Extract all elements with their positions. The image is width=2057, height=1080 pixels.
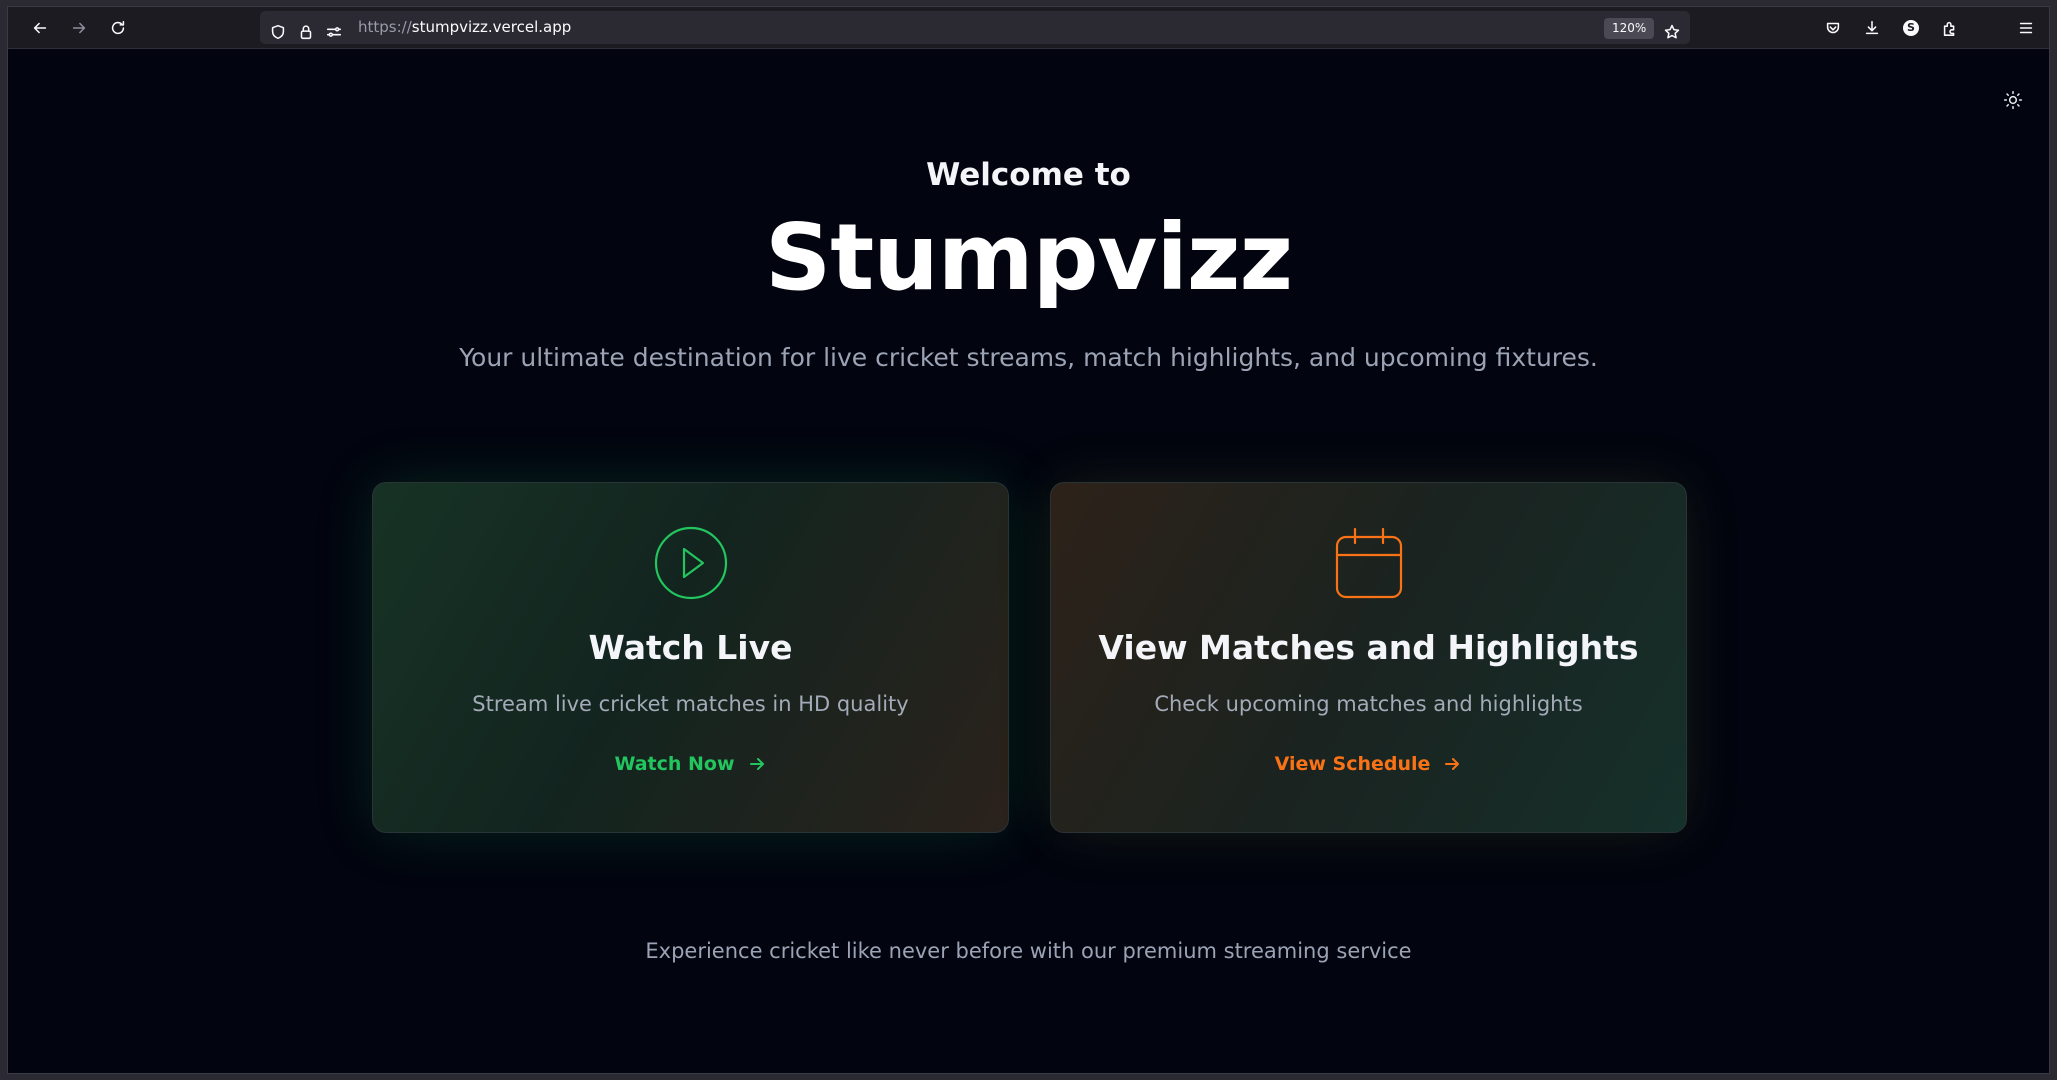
back-icon[interactable] [22,7,58,48]
profile-avatar[interactable]: S [1893,7,1929,48]
welcome-heading: Welcome to [926,157,1131,193]
pocket-icon[interactable] [1815,7,1851,48]
brand-title: Stumpvizz [764,204,1293,311]
card-title: Watch Live [588,628,793,667]
tagline: Your ultimate destination for live crick… [459,343,1598,372]
url-host: stumpvizz.vercel.app [411,18,572,36]
reload-icon[interactable] [100,7,136,48]
theme-toggle-button[interactable] [1998,85,2028,115]
url-bar[interactable]: https://stumpvizz.vercel.app 120% [260,11,1690,44]
sun-icon [2003,90,2023,110]
watch-now-link[interactable]: Watch Now [373,753,1008,775]
extensions-icon[interactable] [1932,7,1968,48]
forward-icon[interactable] [61,7,97,48]
footer-tagline: Experience cricket like never before wit… [645,939,1412,963]
bookmark-star-icon[interactable] [1654,11,1690,52]
url-scheme: https:// [358,18,412,36]
arrow-right-icon [1445,758,1460,770]
view-matches-card[interactable]: View Matches and Highlights Check upcomi… [1050,482,1687,833]
browser-window: https://stumpvizz.vercel.app 120% S Welc… [7,6,2050,1074]
url-text[interactable]: https://stumpvizz.vercel.app [358,11,571,44]
card-description: Stream live cricket matches in HD qualit… [472,692,909,716]
link-label: Watch Now [614,753,735,775]
card-title: View Matches and Highlights [1098,628,1639,667]
play-circle-icon [651,523,731,603]
watch-live-card[interactable]: Watch Live Stream live cricket matches i… [372,482,1009,833]
arrow-right-icon [749,758,764,770]
site-permissions-icon[interactable] [316,11,352,52]
browser-toolbar: https://stumpvizz.vercel.app 120% S [8,7,2049,49]
profile-initial: S [1903,19,1919,36]
card-description: Check upcoming matches and highlights [1154,692,1583,716]
zoom-level-badge[interactable]: 120% [1604,18,1655,39]
view-schedule-link[interactable]: View Schedule [1051,753,1686,775]
menu-icon[interactable] [2008,7,2044,48]
downloads-icon[interactable] [1854,7,1890,48]
link-label: View Schedule [1274,753,1431,775]
calendar-icon [1329,523,1409,603]
